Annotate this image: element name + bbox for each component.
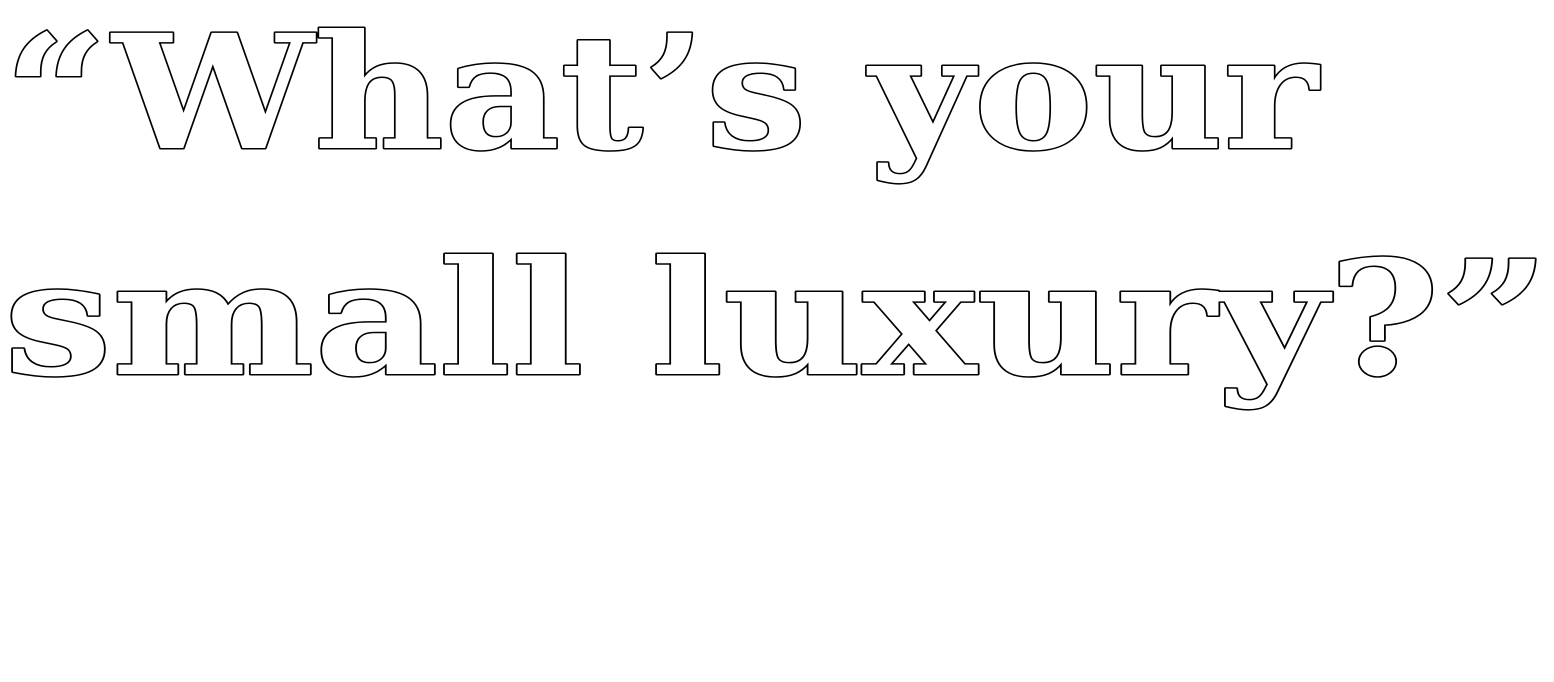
headline-line-2: small luxury?” [4,227,1550,412]
headline-line-1: “What’s your [4,1,1320,186]
canvas: “What’s your small luxury?” [0,0,1554,677]
headline-graphic: “What’s your small luxury?” [3,0,1552,414]
